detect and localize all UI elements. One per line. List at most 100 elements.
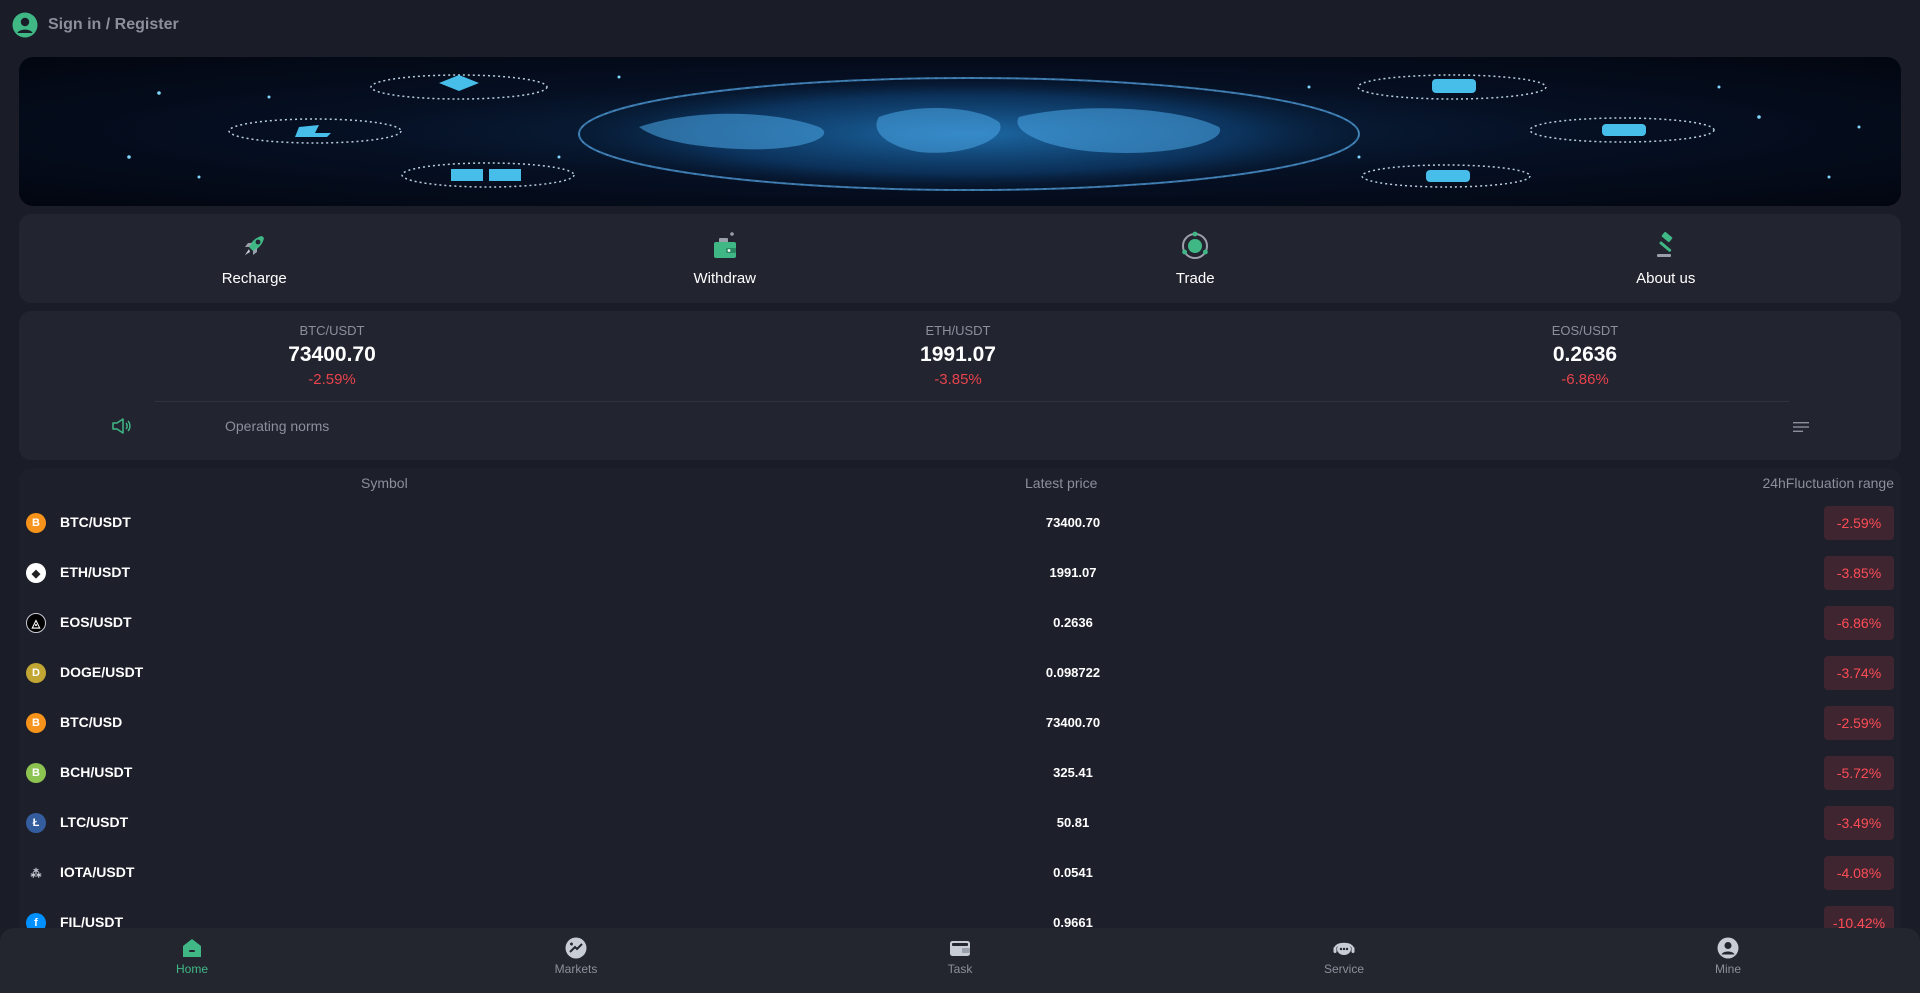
wallet-icon (713, 232, 736, 258)
row-symbol: LTC/USDT (60, 814, 129, 830)
about-us-button[interactable]: About us (1431, 214, 1902, 303)
header-fluctuation-range: 24hFluctuation range (1762, 475, 1894, 491)
ticker-price: 73400.70 (288, 343, 376, 366)
dogecoin-icon: D (26, 663, 46, 683)
task-wallet-icon (950, 941, 970, 956)
trade-orbit-icon (1182, 231, 1209, 259)
row-symbol: BTC/USD (60, 714, 123, 730)
bitcoin-icon: B (26, 513, 46, 533)
notice-text[interactable]: Operating norms (225, 418, 329, 434)
row-latest-price: 73400.70 (1045, 715, 1101, 730)
trade-label: Trade (1175, 270, 1215, 287)
ticker-panel: BTC/USDT 73400.70 -2.59% ETH/USDT 1991.0… (19, 311, 1901, 460)
ethereum-icon: ◆ (26, 563, 46, 583)
market-rows: B BTC/USDT 73400.70 -2.59% ◆ ETH/USDT 1991.07 -… (19, 498, 1901, 928)
nav-service-label: Service (1323, 962, 1364, 976)
withdraw-button[interactable]: Withdraw (490, 214, 961, 303)
row-latest-price: 325.41 (1053, 765, 1093, 780)
table-row[interactable]: D DOGE/USDT 0.098722 -3.74% (19, 648, 1901, 698)
header: Sign in / Register (0, 0, 1920, 50)
table-row[interactable]: Ł LTC/USDT 50.81 -3.49% (19, 798, 1901, 848)
row-symbol: DOGE/USDT (60, 664, 144, 680)
row-symbol: BCH/USDT (60, 764, 133, 780)
row-symbol: ETH/USDT (60, 564, 130, 580)
bottom-nav: Home Markets Task Service Mine (0, 928, 1920, 993)
nav-markets-label: Markets (554, 962, 598, 976)
nav-mine[interactable]: Mine (1536, 928, 1920, 993)
row-latest-price: 1991.07 (1049, 565, 1097, 580)
menu-list-icon[interactable] (1792, 419, 1810, 435)
ticker-pair: EOS/USDT (1551, 323, 1619, 338)
table-row[interactable]: ◆ ETH/USDT 1991.07 -3.85% (19, 548, 1901, 598)
row-symbol: BTC/USDT (60, 514, 131, 530)
row-change-badge[interactable]: -3.85% (1824, 556, 1894, 590)
filecoin-icon: f (26, 913, 46, 928)
ticker-eos-usdt[interactable]: EOS/USDT 0.2636 -6.86% (1435, 311, 1735, 388)
market-table: Symbol Latest price 24hFluctuation range… (19, 468, 1901, 928)
nav-markets[interactable]: Markets (384, 928, 768, 993)
nav-mine-label: Mine (1714, 962, 1741, 976)
iota-icon: ⁂ (26, 863, 46, 883)
ticker-pair: ETH/USDT (925, 323, 991, 338)
speaker-icon (112, 418, 131, 434)
ticker-price: 1991.07 (920, 343, 996, 366)
row-change-badge[interactable]: -2.59% (1824, 706, 1894, 740)
table-row[interactable]: B BTC/USDT 73400.70 -2.59% (19, 498, 1901, 548)
row-change-badge[interactable]: -2.59% (1824, 506, 1894, 540)
trade-button[interactable]: Trade (960, 214, 1431, 303)
hero-banner (19, 57, 1901, 206)
gavel-icon (1656, 231, 1673, 257)
row-change-badge[interactable]: -4.08% (1824, 856, 1894, 890)
user-avatar-icon[interactable] (12, 12, 38, 38)
eos-icon: ◬ (26, 613, 46, 633)
user-icon (1717, 937, 1739, 959)
row-latest-price: 0.9661 (1053, 915, 1093, 928)
ticker-eth-usdt[interactable]: ETH/USDT 1991.07 -3.85% (808, 311, 1108, 388)
quick-actions-panel: Recharge Withdraw Trade About us (19, 214, 1901, 303)
rocket-icon (244, 236, 265, 257)
globe-banner-image (127, 74, 1861, 191)
nav-home[interactable]: Home (0, 928, 384, 993)
table-row[interactable]: B BCH/USDT 325.41 -5.72% (19, 748, 1901, 798)
row-change-badge[interactable]: -10.42% (1824, 906, 1894, 928)
markets-icon (565, 937, 587, 959)
ticker-summary: BTC/USDT 73400.70 -2.59% ETH/USDT 1991.0… (19, 311, 1901, 401)
nav-task[interactable]: Task (768, 928, 1152, 993)
ticker-change: -6.86% (1561, 371, 1609, 388)
row-change-badge[interactable]: -3.74% (1824, 656, 1894, 690)
table-row[interactable]: ⁂ IOTA/USDT 0.0541 -4.08% (19, 848, 1901, 898)
table-row[interactable]: f FIL/USDT 0.9661 -10.42% (19, 898, 1901, 928)
withdraw-label: Withdraw (693, 270, 756, 287)
ticker-change: -3.85% (934, 371, 982, 388)
row-change-badge[interactable]: -6.86% (1824, 606, 1894, 640)
nav-home-label: Home (175, 962, 208, 976)
row-symbol: IOTA/USDT (60, 864, 135, 880)
row-latest-price: 73400.70 (1045, 515, 1101, 530)
table-row[interactable]: ◬ EOS/USDT 0.2636 -6.86% (19, 598, 1901, 648)
service-headset-icon (1333, 942, 1355, 955)
row-latest-price: 0.2636 (1053, 615, 1093, 630)
ticker-change: -2.59% (308, 371, 356, 388)
nav-task-label: Task (947, 962, 973, 976)
table-row[interactable]: B BTC/USD 73400.70 -2.59% (19, 698, 1901, 748)
sign-in-register-link[interactable]: Sign in / Register (48, 16, 179, 34)
row-latest-price: 0.0541 (1053, 865, 1093, 880)
row-symbol: EOS/USDT (60, 614, 132, 630)
header-latest-price: Latest price (1025, 475, 1098, 491)
recharge-button[interactable]: Recharge (19, 214, 490, 303)
bitcoin-cash-icon: B (26, 763, 46, 783)
row-latest-price: 0.098722 (1045, 665, 1101, 680)
row-latest-price: 50.81 (1056, 815, 1090, 830)
market-table-header: Symbol Latest price 24hFluctuation range (19, 468, 1901, 498)
header-symbol: Symbol (361, 475, 408, 491)
divider (155, 401, 1789, 402)
nav-service[interactable]: Service (1152, 928, 1536, 993)
home-icon (183, 939, 201, 957)
ticker-btc-usdt[interactable]: BTC/USDT 73400.70 -2.59% (182, 311, 482, 388)
row-change-badge[interactable]: -3.49% (1824, 806, 1894, 840)
about-us-label: About us (1636, 270, 1696, 287)
page: Sign in / Register Recharge Withdraw Tra… (0, 0, 1920, 993)
row-change-badge[interactable]: -5.72% (1824, 756, 1894, 790)
notice-bar[interactable]: Operating norms (19, 411, 1901, 441)
litecoin-icon: Ł (26, 813, 46, 833)
